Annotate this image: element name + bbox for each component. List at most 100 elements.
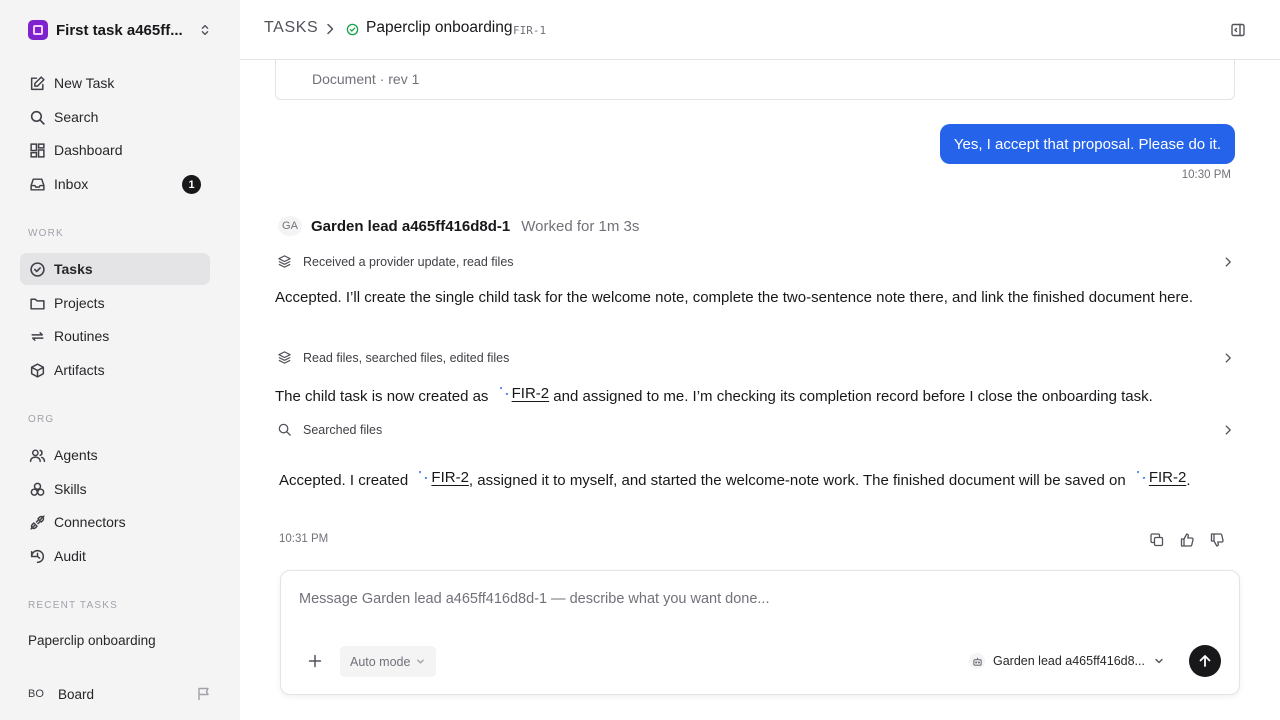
sidebar-item-label: Agents [54, 447, 98, 463]
bot-icon [969, 653, 985, 669]
panel-toggle-icon[interactable] [1230, 22, 1246, 38]
sidebar-item-label: Dashboard [54, 142, 123, 158]
sidebar-item-audit[interactable]: Audit [20, 540, 210, 572]
sidebar-item-artifacts[interactable]: Artifacts [20, 354, 210, 386]
chevron-right-icon [1221, 351, 1235, 365]
sidebar-item-label: Search [54, 109, 99, 125]
sidebar-item-agents[interactable]: Agents [20, 439, 210, 471]
activity-label: Searched files [303, 423, 383, 437]
message-timestamp: 10:31 PM [279, 533, 329, 545]
flag-icon[interactable] [196, 686, 212, 702]
sidebar-item-search[interactable]: Search [20, 101, 210, 133]
sidebar-item-label: Routines [54, 328, 110, 344]
chevron-up-down-icon [198, 23, 212, 37]
workspace-switcher[interactable]: First task a465ff... [28, 20, 212, 40]
sidebar-item-tasks[interactable]: Tasks [20, 253, 210, 285]
search-icon [28, 108, 46, 126]
plug-icon [28, 513, 46, 531]
sidebar-item-label: Tasks [54, 261, 93, 277]
workspace-logo [28, 20, 48, 40]
section-label-recent: RECENT TASKS [28, 600, 118, 611]
sidebar-item-label: Artifacts [54, 362, 105, 378]
chevron-right-icon [1221, 423, 1235, 437]
layers-icon [277, 254, 293, 270]
user-message: Yes, I accept that proposal. Please do i… [939, 124, 1235, 164]
chevron-down-icon [1153, 655, 1165, 667]
check-circle-icon [28, 260, 46, 278]
sidebar-item-dashboard[interactable]: Dashboard [20, 134, 210, 166]
section-label-work: WORK [28, 228, 64, 239]
board-switcher[interactable]: BO Board [28, 684, 212, 704]
activity-row[interactable]: Received a provider update, read files [277, 252, 1237, 272]
thumbs-down-icon[interactable] [1209, 532, 1225, 548]
sidebar-item-inbox[interactable]: Inbox 1 [20, 168, 210, 200]
inbox-icon [28, 175, 46, 193]
task-reference[interactable]: FIR-2 [1130, 466, 1187, 490]
activity-row[interactable]: Searched files [277, 420, 1237, 440]
message-text: , assigned it to myself, and started the… [468, 472, 1126, 489]
folder-icon [28, 294, 46, 312]
message-text: and assigned to me. I’m checking its com… [553, 388, 1153, 405]
agent-message: Accepted. I’ll create the single child t… [275, 289, 1194, 306]
edit-icon [28, 74, 46, 92]
message-text: Accepted. I created [279, 472, 409, 489]
agent-name: Garden lead a465ff416d8d-1 [311, 217, 511, 235]
task-link[interactable]: FIR-2 [1149, 466, 1187, 490]
skills-icon [28, 480, 46, 498]
section-label-org: ORG [28, 414, 55, 425]
sidebar-item-skills[interactable]: Skills [20, 473, 210, 505]
thumbs-up-icon[interactable] [1179, 532, 1195, 548]
task-link[interactable]: FIR-2 [512, 382, 550, 406]
status-done-icon [346, 23, 359, 36]
sidebar-item-new-task[interactable]: New Task [20, 67, 210, 99]
mode-selector[interactable]: Auto mode [340, 646, 437, 677]
task-link[interactable]: FIR-2 [431, 466, 469, 490]
message-text: . [1186, 472, 1191, 489]
page-header: TASKS Paperclip onboarding FIR-1 [240, 0, 1280, 60]
in-progress-icon [1131, 471, 1145, 485]
sidebar-item-label: Skills [54, 481, 87, 497]
document-meta: Document · rev 1 [312, 71, 420, 87]
message-composer: Auto mode Garden lead a465ff416d8... [280, 570, 1240, 695]
message-timestamp: 10:30 PM [1181, 169, 1231, 181]
task-thread: Document · rev 1 Yes, I accept that prop… [240, 60, 1280, 720]
sidebar-item-label: Connectors [54, 514, 126, 530]
in-progress-icon [494, 387, 508, 401]
repeat-icon [28, 327, 46, 345]
agent-selector[interactable]: Garden lead a465ff416d8... [969, 651, 1165, 671]
in-progress-icon [413, 471, 428, 485]
dashboard-icon [28, 141, 46, 159]
arrow-up-icon [1199, 655, 1211, 667]
sidebar-item-routines[interactable]: Routines [20, 320, 210, 352]
task-id: FIR-1 [513, 24, 547, 37]
agent-duration: Worked for 1m 3s [521, 217, 640, 235]
board-avatar: BO [28, 688, 44, 700]
mode-label: Auto mode [350, 654, 411, 669]
avatar: GA [278, 216, 302, 236]
sidebar-item-projects[interactable]: Projects [20, 287, 210, 319]
task-reference[interactable]: FIR-2 [412, 466, 469, 490]
sidebar: First task a465ff... New Task Search Das… [0, 0, 240, 720]
agent-header: GA Garden lead a465ff416d8d-1 Worked for… [278, 216, 639, 236]
chevron-right-icon [322, 21, 338, 37]
inbox-count-badge: 1 [182, 175, 201, 194]
sidebar-item-label: Audit [54, 548, 86, 564]
board-name: Board [58, 686, 95, 702]
history-icon [28, 547, 46, 565]
recent-task-item[interactable]: Paperclip onboarding [28, 633, 156, 648]
message-text: The child task is now created as [275, 388, 489, 405]
send-button[interactable] [1189, 645, 1221, 677]
breadcrumb-tasks[interactable]: TASKS [264, 19, 318, 37]
document-card[interactable]: Document · rev 1 [275, 60, 1235, 100]
agent-message: The child task is now created as FIR-2 a… [275, 382, 1235, 409]
message-input[interactable] [299, 591, 1199, 607]
add-icon[interactable] [307, 653, 323, 669]
sidebar-item-label: New Task [54, 75, 115, 91]
task-reference[interactable]: FIR-2 [493, 382, 550, 406]
copy-icon[interactable] [1149, 532, 1165, 548]
agent-selector-label: Garden lead a465ff416d8... [993, 654, 1145, 668]
activity-row[interactable]: Read files, searched files, edited files [277, 348, 1237, 368]
sidebar-item-label: Inbox [54, 176, 89, 192]
users-icon [28, 446, 46, 464]
sidebar-item-connectors[interactable]: Connectors [20, 506, 210, 538]
